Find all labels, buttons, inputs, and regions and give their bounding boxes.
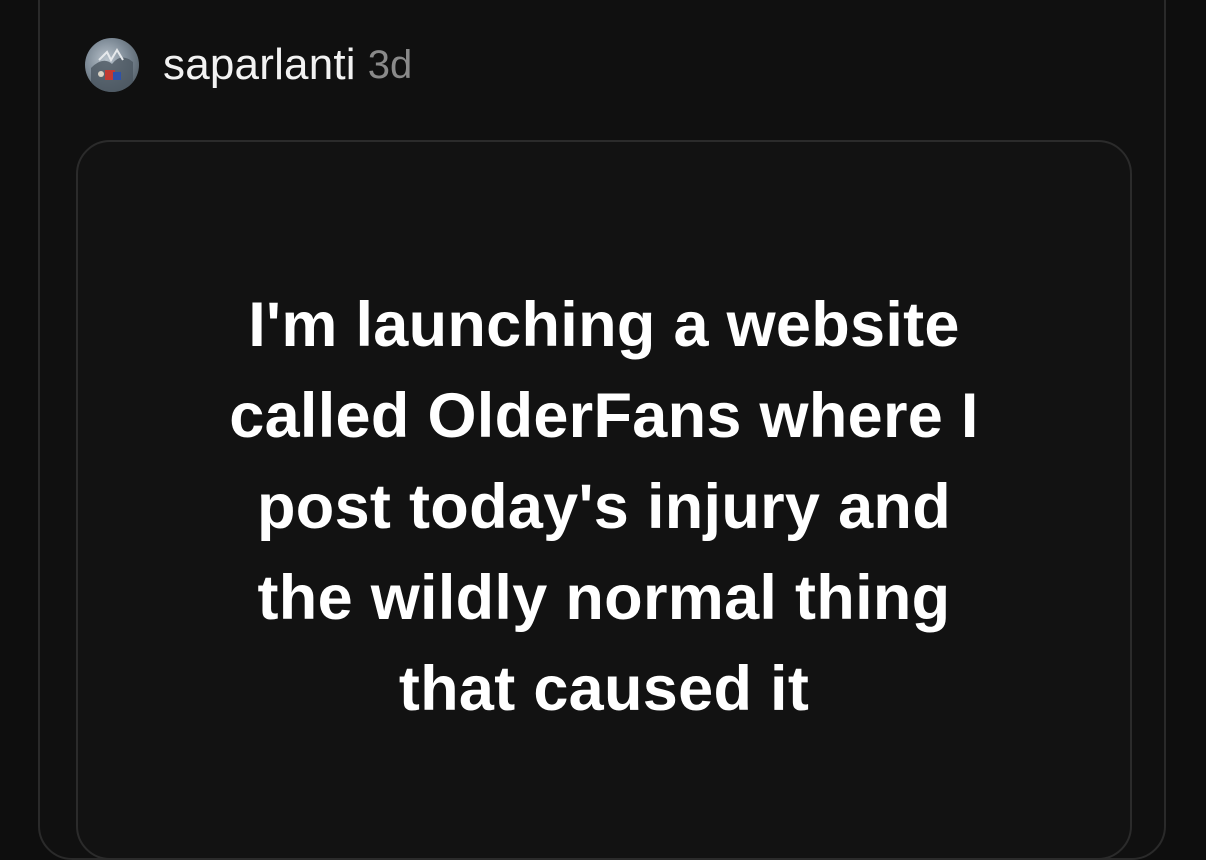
post-timestamp[interactable]: 3d — [368, 43, 413, 88]
author-username[interactable]: saparlanti — [163, 40, 356, 90]
quote-line: called OlderFans where I — [229, 381, 979, 451]
quote-line: I'm launching a website — [248, 290, 960, 360]
quote-line: the wildly normal thing — [257, 563, 951, 633]
avatar[interactable] — [85, 38, 139, 92]
quote-line: post today's injury and — [257, 472, 951, 542]
quote-line: that caused it — [398, 654, 810, 724]
quote-text: I'm launching a website called OlderFans… — [78, 280, 1130, 735]
user-avatar-icon — [91, 48, 133, 92]
post-header: saparlanti 3d — [85, 38, 412, 92]
quote-card[interactable]: I'm launching a website called OlderFans… — [76, 140, 1132, 860]
